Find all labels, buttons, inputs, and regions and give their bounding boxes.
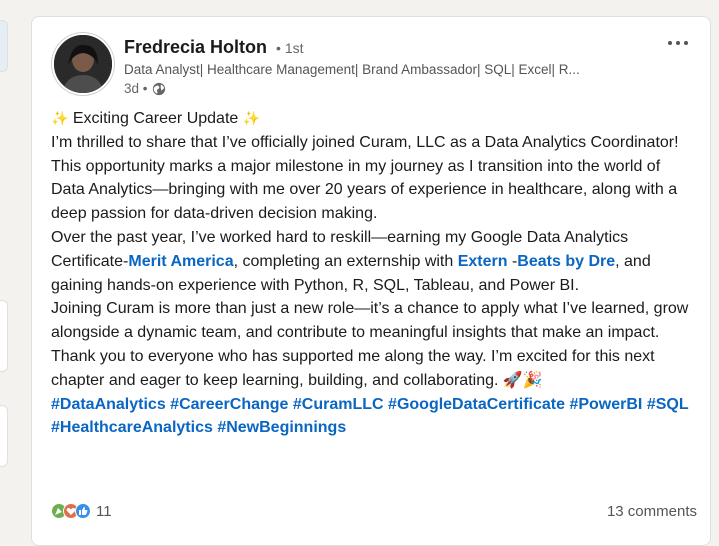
globe-icon bbox=[152, 82, 166, 96]
hashtag-link[interactable]: #CuramLLC bbox=[293, 396, 384, 413]
post-body: ✨ Exciting Career Update ✨ I’m thrilled … bbox=[51, 107, 697, 440]
post-paragraph: I’m thrilled to share that I’ve official… bbox=[51, 133, 679, 151]
post-text: - bbox=[507, 252, 518, 270]
post-paragraph: Thank you to everyone who has supported … bbox=[51, 347, 655, 389]
author-line: Fredrecia Holton • 1st bbox=[124, 37, 304, 58]
post-header: Fredrecia Holton • 1st Data Analyst| Hea… bbox=[32, 17, 710, 107]
post-paragraph: This opportunity marks a major milestone… bbox=[51, 157, 678, 223]
more-dot bbox=[684, 41, 688, 45]
author-headline: Data Analyst| Healthcare Management| Bra… bbox=[124, 62, 580, 77]
social-counts: 11 13 comments bbox=[51, 500, 697, 522]
mention-beats-by-dre[interactable]: Beats by Dre bbox=[517, 253, 615, 270]
post-paragraph: Over the past year, I’ve worked hard to … bbox=[51, 226, 697, 297]
hashtag-link[interactable]: #HealthcareAnalytics bbox=[51, 419, 213, 436]
feed-post-card: Fredrecia Holton • 1st Data Analyst| Hea… bbox=[31, 16, 711, 546]
post-paragraph: Joining Curam is more than just a new ro… bbox=[51, 300, 689, 342]
rail-card bbox=[0, 405, 8, 467]
post-time: 3d • bbox=[124, 81, 148, 96]
rail-card bbox=[0, 300, 8, 372]
sparkle-icon: ✨ bbox=[242, 110, 261, 126]
author-name[interactable]: Fredrecia Holton bbox=[124, 37, 267, 57]
hashtag-link[interactable]: #NewBeginnings bbox=[217, 419, 346, 436]
more-options-button[interactable] bbox=[662, 31, 694, 55]
more-dot bbox=[668, 41, 672, 45]
more-dot bbox=[676, 41, 680, 45]
comments-count-link[interactable]: 13 comments bbox=[607, 503, 697, 520]
hashtag-link[interactable]: #GoogleDataCertificate bbox=[388, 396, 565, 413]
like-icon bbox=[75, 503, 91, 519]
connection-degree: • 1st bbox=[276, 40, 304, 56]
mention-extern[interactable]: Extern bbox=[458, 253, 508, 270]
post-heading-line: ✨ Exciting Career Update ✨ bbox=[51, 107, 697, 131]
post-meta: 3d • bbox=[124, 81, 166, 96]
hashtag-link[interactable]: #SQL bbox=[647, 396, 689, 413]
post-heading-text: Exciting Career Update bbox=[68, 110, 243, 127]
avatar[interactable] bbox=[52, 33, 114, 95]
mention-merit-america[interactable]: Merit America bbox=[128, 253, 233, 270]
hashtag-link[interactable]: #DataAnalytics bbox=[51, 396, 166, 413]
post-text: , completing an externship with bbox=[233, 252, 458, 270]
reactions-summary[interactable]: 11 bbox=[51, 503, 112, 520]
sparkle-icon: ✨ bbox=[51, 110, 69, 126]
rail-card bbox=[0, 20, 8, 72]
hashtag-link[interactable]: #PowerBI bbox=[569, 396, 642, 413]
reaction-count: 11 bbox=[96, 502, 112, 520]
left-rail bbox=[0, 0, 12, 532]
hashtag-list: #DataAnalytics #CareerChange #CuramLLC #… bbox=[51, 393, 697, 441]
hashtag-link[interactable]: #CareerChange bbox=[170, 396, 288, 413]
